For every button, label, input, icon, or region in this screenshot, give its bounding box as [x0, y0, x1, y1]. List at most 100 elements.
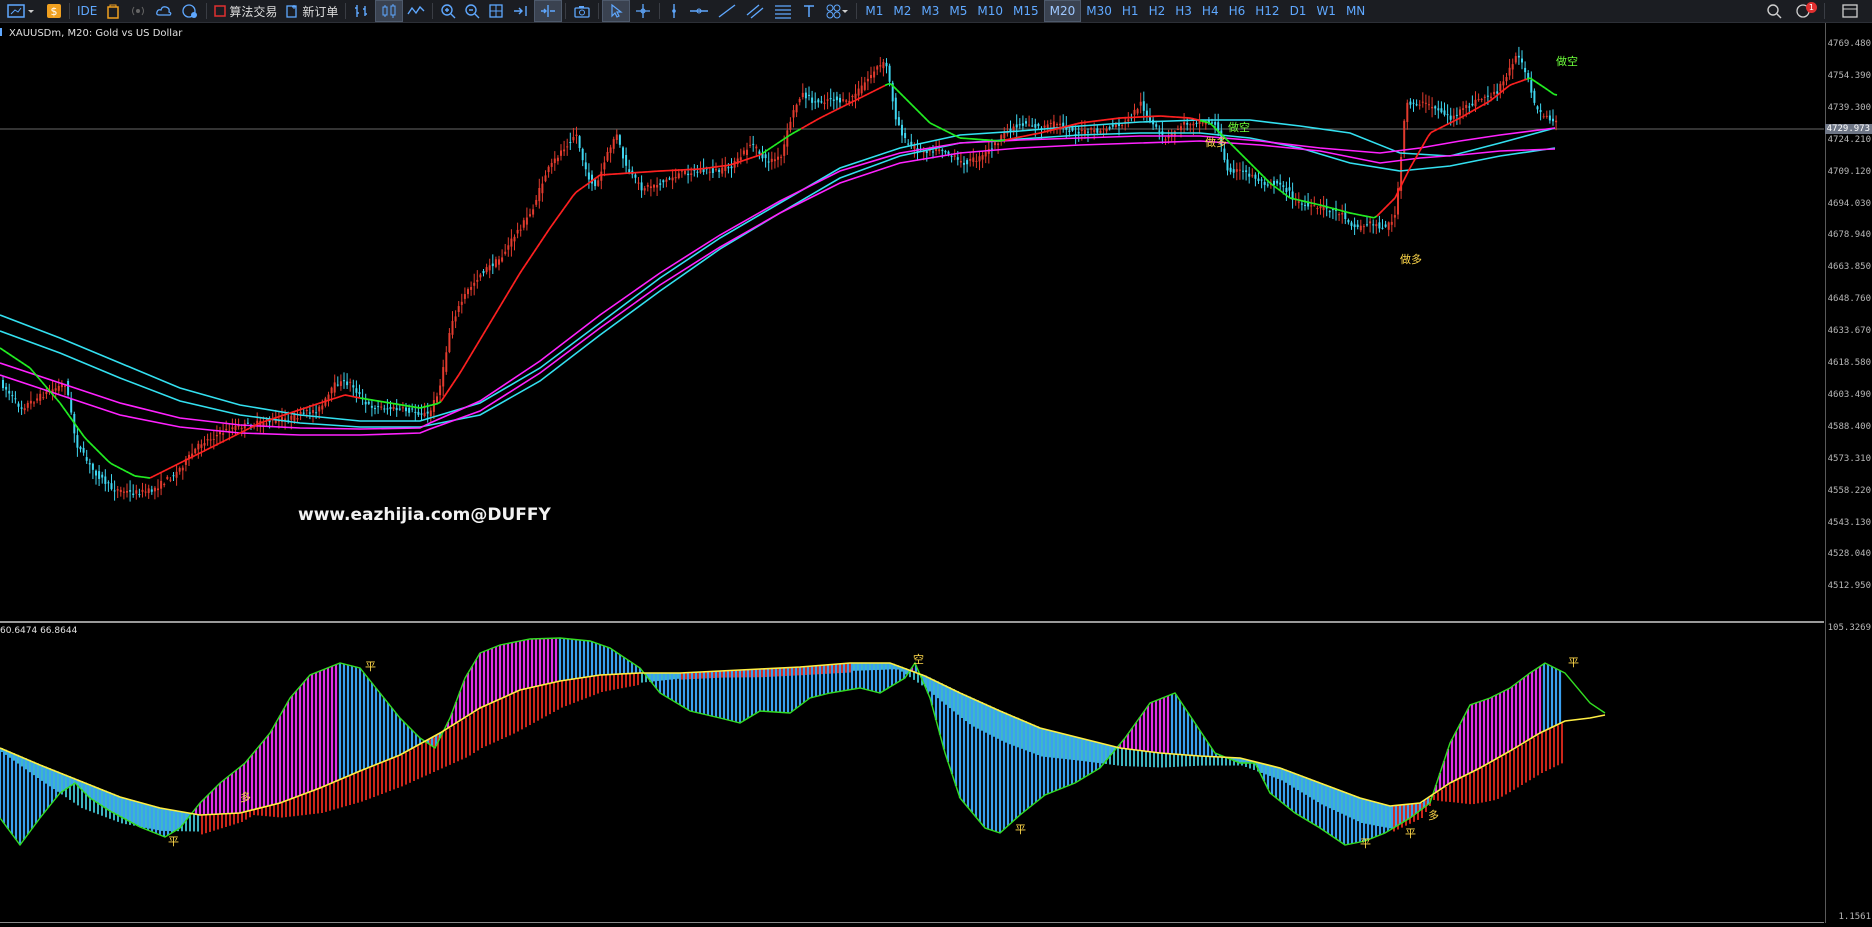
ide-button[interactable]: IDE	[73, 0, 101, 22]
ma-fast-segment	[420, 407, 423, 408]
notifications-icon[interactable]: 1	[1787, 0, 1821, 22]
price-axis[interactable]: 4769.4804754.3904739.3004724.2104709.120…	[1825, 23, 1872, 923]
candle-body	[346, 381, 348, 385]
timeframe-d1[interactable]: D1	[1285, 1, 1312, 21]
timeframe-w1[interactable]: W1	[1311, 1, 1341, 21]
candle-body	[740, 157, 742, 160]
timeframe-m2[interactable]: M2	[888, 1, 916, 21]
ma-fast-segment	[75, 424, 78, 428]
cursor-icon[interactable]	[602, 0, 630, 22]
candlestick-icon[interactable]	[375, 0, 403, 22]
ma-fast-segment	[1236, 149, 1239, 152]
watermark: www.eazhijia.com@DUFFY	[298, 505, 551, 525]
timeframe-m3[interactable]: M3	[916, 1, 944, 21]
timeframe-m5[interactable]: M5	[944, 1, 972, 21]
candle-body	[1304, 205, 1306, 206]
indicator-pane[interactable]: 平多平空平平平多平 60.6474 66.8644	[0, 623, 1824, 922]
candle-body	[1168, 137, 1170, 138]
candle-body	[839, 98, 841, 103]
candle-body	[1158, 131, 1160, 132]
zoom-in-icon[interactable]	[436, 0, 460, 22]
signals-icon[interactable]	[125, 0, 151, 22]
expand-toolbar-icon[interactable]	[1828, 0, 1872, 22]
candle-body	[421, 413, 423, 414]
horizontal-line-icon[interactable]	[685, 0, 713, 22]
ma-fast-segment	[267, 420, 270, 421]
ma-fast-segment	[1425, 137, 1428, 142]
new-order-button[interactable]: 新订单	[281, 0, 342, 22]
autoscroll-icon[interactable]	[508, 0, 534, 22]
candle-body	[1084, 130, 1086, 134]
candle-body	[1251, 175, 1253, 176]
zoom-out-icon[interactable]	[460, 0, 484, 22]
price-chart-canvas[interactable]: 做空做多做多做空	[0, 23, 1824, 621]
fibonacci-icon[interactable]	[769, 0, 797, 22]
candle-body	[213, 439, 215, 440]
text-tool-icon[interactable]	[797, 0, 821, 22]
ma-fast-segment	[1383, 207, 1386, 210]
ma-fast-segment	[813, 120, 816, 122]
timeframe-h6[interactable]: H6	[1224, 1, 1251, 21]
shapes-icon[interactable]	[821, 0, 853, 22]
vertical-line-icon[interactable]	[663, 0, 685, 22]
screenshot-icon[interactable]	[569, 0, 595, 22]
price-chart-pane[interactable]: 做空做多做多做空 XAUUSDm, M20: Gold vs US Dollar	[0, 23, 1824, 621]
ma-fast-segment	[1389, 201, 1392, 204]
chart-menu-icon[interactable]	[0, 0, 42, 22]
algo-trading-button[interactable]: 算法交易	[210, 0, 281, 22]
candle-body	[76, 435, 78, 448]
ma-fast-segment	[1359, 215, 1362, 216]
grid-icon[interactable]	[484, 0, 508, 22]
channel-icon[interactable]	[741, 0, 769, 22]
timeframe-h12[interactable]: H12	[1250, 1, 1284, 21]
timeframe-h4[interactable]: H4	[1197, 1, 1224, 21]
chart-shift-icon[interactable]	[534, 0, 562, 22]
timeframe-m15[interactable]: M15	[1008, 1, 1044, 21]
search-icon[interactable]	[1761, 0, 1787, 22]
candle-body	[1363, 226, 1365, 227]
ma-fast-segment	[96, 449, 99, 452]
candle-body	[895, 98, 897, 120]
ma-fast-segment	[363, 399, 366, 400]
candle-body	[377, 406, 379, 407]
dollar-icon[interactable]: $	[42, 0, 66, 22]
candle-body	[616, 135, 618, 140]
candle-body	[45, 392, 47, 395]
timeframe-h2[interactable]: H2	[1144, 1, 1171, 21]
ma-fast-segment	[1506, 86, 1509, 88]
ma-fast-segment	[1029, 135, 1032, 136]
ma-fast-segment	[558, 213, 561, 217]
candle-body	[504, 252, 506, 254]
line-chart-icon[interactable]	[403, 0, 429, 22]
ma-fast-segment	[1422, 142, 1425, 147]
candle-body	[1416, 104, 1418, 105]
cloud-icon[interactable]	[151, 0, 177, 22]
timeframe-m20[interactable]: M20	[1044, 0, 1082, 22]
bar-chart-icon[interactable]	[349, 0, 375, 22]
price-tick-label: 4724.210	[1828, 135, 1871, 145]
trendline-icon[interactable]	[713, 0, 741, 22]
candle-body	[126, 491, 128, 493]
ma-fast-segment	[342, 395, 345, 396]
crosshair-icon[interactable]	[630, 0, 656, 22]
indicator-canvas[interactable]: 平多平空平平平多平	[0, 623, 1824, 922]
timeframe-m10[interactable]: M10	[972, 1, 1008, 21]
vps-icon[interactable]	[177, 0, 203, 22]
timeframe-h3[interactable]: H3	[1170, 1, 1197, 21]
candle-body	[755, 147, 757, 149]
timeframe-m1[interactable]: M1	[860, 1, 888, 21]
candle-body	[954, 155, 956, 156]
candle-body	[1437, 108, 1439, 110]
candle-body	[83, 448, 85, 453]
candle-body	[1462, 108, 1464, 110]
candle-body	[1409, 102, 1411, 105]
ma-fast-segment	[579, 188, 582, 190]
timeframe-m30[interactable]: M30	[1081, 1, 1117, 21]
ma-fast-segment	[291, 412, 294, 413]
timeframe-h1[interactable]: H1	[1117, 1, 1144, 21]
candle-body	[104, 477, 106, 484]
time-axis[interactable]	[0, 922, 1824, 927]
market-icon[interactable]	[101, 0, 125, 22]
indicator-signal-label: 平	[1405, 827, 1416, 840]
timeframe-mn[interactable]: MN	[1341, 1, 1370, 21]
